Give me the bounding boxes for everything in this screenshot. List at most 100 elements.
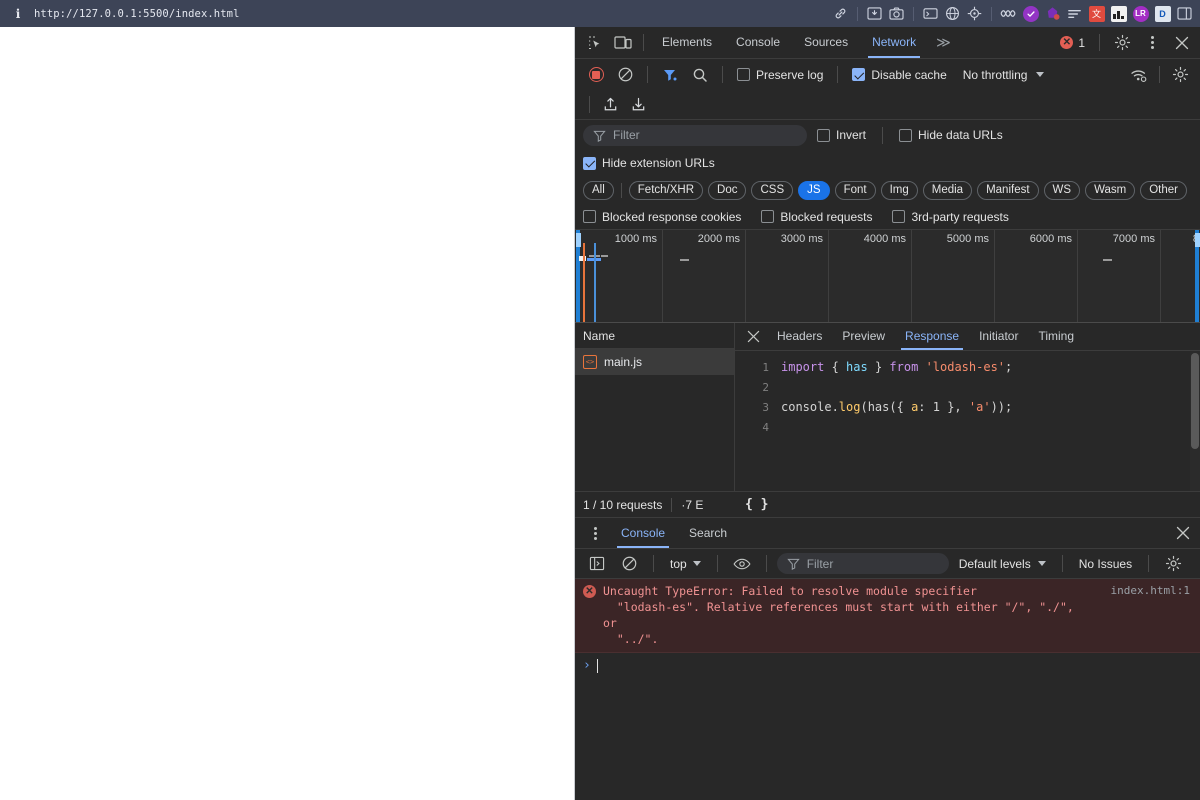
sidepanel-icon[interactable]: [1175, 4, 1194, 23]
overview-request-bar: [680, 259, 689, 261]
target-icon[interactable]: [965, 4, 984, 23]
close-icon[interactable]: [739, 324, 767, 350]
tab-sources[interactable]: Sources: [792, 27, 860, 58]
overview-tick: 2000 ms: [697, 233, 740, 245]
terminal-icon[interactable]: [921, 4, 940, 23]
chip-fetch-xhr[interactable]: Fetch/XHR: [628, 180, 704, 200]
wave-extension-icon[interactable]: [999, 4, 1018, 23]
response-code-view[interactable]: 1 import { has } from 'lodash-es'; 2 3 conso…: [735, 351, 1200, 491]
overview-selection-handle-right[interactable]: [1194, 230, 1200, 322]
network-conditions-icon[interactable]: [1125, 62, 1153, 88]
tab-initiator[interactable]: Initiator: [969, 323, 1028, 350]
camera-icon[interactable]: [887, 4, 906, 23]
chip-doc[interactable]: Doc: [708, 180, 747, 200]
chip-font[interactable]: Font: [834, 180, 876, 200]
device-toolbar-icon[interactable]: [609, 30, 637, 56]
close-icon[interactable]: [1176, 526, 1200, 540]
tab-network[interactable]: Network: [860, 27, 928, 58]
console-error-message[interactable]: ✕ Uncaught TypeError: Failed to resolve …: [575, 579, 1200, 653]
network-filter-input[interactable]: Filter: [583, 124, 807, 146]
inspect-element-icon[interactable]: [581, 30, 609, 56]
tab-console[interactable]: Console: [724, 27, 792, 58]
hide-extension-urls-checkbox[interactable]: Hide extension URLs: [583, 156, 721, 170]
chip-js[interactable]: JS: [798, 180, 830, 200]
tab-search[interactable]: Search: [677, 518, 739, 548]
chip-media[interactable]: Media: [922, 180, 973, 200]
address-bar[interactable]: i http://127.0.0.1:5500/index.html: [0, 8, 831, 20]
console-prompt[interactable]: ›: [575, 653, 1200, 678]
chip-manifest[interactable]: Manifest: [977, 180, 1039, 200]
tab-overflow-icon[interactable]: ≫: [928, 34, 959, 51]
search-icon[interactable]: [686, 62, 714, 88]
purple-check-extension-icon[interactable]: [1021, 4, 1040, 23]
console-filter-input[interactable]: Filter: [776, 553, 949, 574]
site-info-icon[interactable]: i: [12, 8, 24, 20]
live-expression-icon[interactable]: [728, 551, 756, 577]
error-count-badge[interactable]: ✕ 1: [1054, 36, 1091, 50]
console-sidebar-icon[interactable]: [583, 551, 611, 577]
link-icon[interactable]: [831, 4, 850, 23]
tab-headers[interactable]: Headers: [767, 323, 832, 350]
white-chart-extension-icon[interactable]: [1109, 4, 1128, 23]
console-context-dropdown[interactable]: top: [664, 557, 707, 571]
throttling-dropdown[interactable]: No throttling: [955, 68, 1049, 82]
console-messages[interactable]: ✕ Uncaught TypeError: Failed to resolve …: [575, 579, 1200, 800]
tab-timing[interactable]: Timing: [1028, 323, 1084, 350]
blocked-response-cookies-checkbox[interactable]: Blocked response cookies: [583, 210, 747, 224]
tab-console[interactable]: Console: [609, 518, 677, 548]
kebab-menu-icon[interactable]: [581, 520, 609, 546]
globe-icon[interactable]: [943, 4, 962, 23]
gear-icon[interactable]: [1166, 62, 1194, 88]
filter-icon[interactable]: [656, 62, 684, 88]
network-toolbar: Preserve log Disable cache No throttling: [575, 59, 1200, 90]
checkbox-box: [899, 128, 913, 142]
close-icon[interactable]: [1168, 30, 1196, 56]
console-toolbar: top Filter Default levels No Issues: [575, 549, 1200, 579]
invert-checkbox[interactable]: Invert: [811, 128, 872, 142]
tab-preview[interactable]: Preview: [832, 323, 895, 350]
preserve-log-checkbox[interactable]: Preserve log: [731, 68, 829, 82]
log-levels-dropdown[interactable]: Default levels: [953, 557, 1052, 571]
blue-document-extension-icon[interactable]: D: [1153, 4, 1172, 23]
error-source-link[interactable]: index.html:1: [1111, 584, 1190, 597]
purple-shield-extension-icon[interactable]: [1043, 4, 1062, 23]
blocked-requests-checkbox[interactable]: Blocked requests: [755, 210, 878, 224]
clear-network-log-icon[interactable]: [611, 62, 639, 88]
export-har-icon[interactable]: [624, 92, 652, 118]
disable-cache-checkbox[interactable]: Disable cache: [846, 68, 952, 82]
table-row[interactable]: <> main.js: [575, 349, 734, 375]
checkbox-box: [852, 68, 866, 81]
chip-css[interactable]: CSS: [751, 180, 794, 200]
lr-extension-icon[interactable]: LR: [1131, 4, 1150, 23]
record-stop-icon[interactable]: [583, 62, 609, 88]
overview-selection-handle-left[interactable]: [575, 230, 581, 322]
chip-ws[interactable]: WS: [1043, 180, 1081, 200]
hide-data-urls-checkbox[interactable]: Hide data URLs: [893, 128, 1009, 142]
chevron-down-icon: [692, 561, 701, 566]
page-viewport[interactable]: [0, 27, 575, 800]
tab-response[interactable]: Response: [895, 323, 969, 350]
code-text: console.log(has({ a: 1 }, 'a'));: [781, 400, 1013, 414]
gear-icon[interactable]: [1108, 30, 1136, 56]
checkbox-box: [583, 156, 596, 170]
chip-wasm[interactable]: Wasm: [1085, 180, 1136, 200]
gear-icon[interactable]: [1159, 551, 1187, 577]
chip-img[interactable]: Img: [880, 180, 918, 200]
text-cursor: [596, 658, 598, 673]
clear-console-icon[interactable]: [615, 551, 643, 577]
kebab-menu-icon[interactable]: [1138, 30, 1166, 56]
tab-elements[interactable]: Elements: [650, 27, 724, 58]
screenshot-capture-icon[interactable]: [865, 4, 884, 23]
code-scrollbar[interactable]: [1190, 351, 1200, 491]
code-scroll-thumb[interactable]: [1191, 353, 1199, 449]
third-party-requests-checkbox[interactable]: 3rd-party requests: [886, 210, 1014, 224]
network-overview-timeline[interactable]: 1000 ms 2000 ms 3000 ms 4000 ms 5000 ms …: [575, 230, 1200, 323]
request-column-header[interactable]: Name: [575, 323, 734, 349]
lines-extension-icon[interactable]: [1065, 4, 1084, 23]
import-har-icon[interactable]: [596, 92, 624, 118]
chip-all[interactable]: All: [583, 180, 614, 200]
red-translate-extension-icon[interactable]: 文: [1087, 4, 1106, 23]
issues-status[interactable]: No Issues: [1073, 557, 1138, 571]
chip-other[interactable]: Other: [1140, 180, 1187, 200]
pretty-print-button[interactable]: { }: [745, 497, 768, 512]
